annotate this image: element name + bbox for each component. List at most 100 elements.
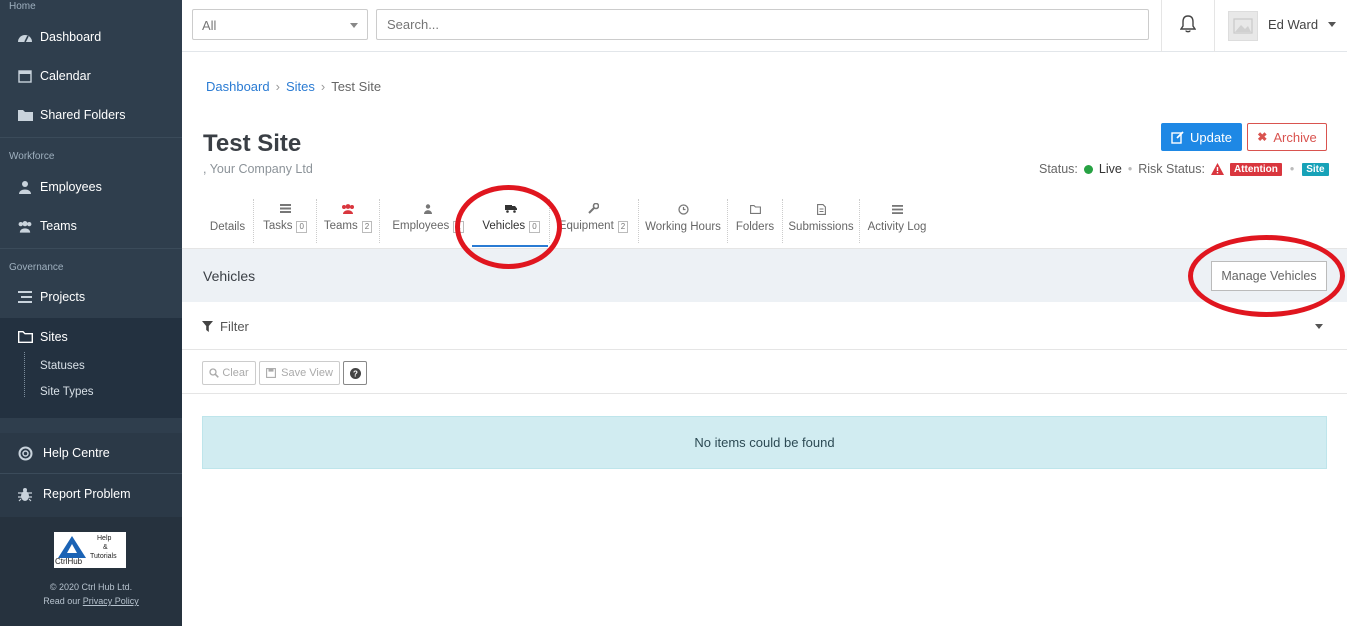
filter-label-wrap: Filter [202,319,249,334]
sidebar-subitem-site-types[interactable]: Site Types [40,386,94,398]
save-view-label: Save View [281,367,333,379]
sidebar-item-help-centre[interactable]: Help Centre [0,434,182,472]
logo-text-help: Help [97,535,112,542]
save-view-button[interactable]: Save View [259,361,340,385]
sidebar-section-home: Home [9,1,36,12]
breadcrumb-current: Test Site [331,79,382,94]
sidebar-item-report-problem[interactable]: Report Problem [0,475,182,513]
sidebar-subitem-statuses[interactable]: Statuses [40,360,85,372]
sidebar-footer: CtrlHub Help & Tutorials © 2020 Ctrl Hub… [0,517,182,626]
tab-divider [253,199,254,243]
tab-divider [549,199,550,243]
tab-folders[interactable]: Folders [729,197,781,241]
sidebar-item-label: Projects [40,290,86,304]
status-label: Status: [1039,162,1078,176]
sidebar-item-shared-folders[interactable]: Shared Folders [0,97,182,133]
sidebar-item-label: Help Centre [43,446,110,460]
sidebar: Home Dashboard Calendar Shared Folders W… [0,0,182,626]
tab-label: Activity Log [867,221,927,233]
tab-details[interactable]: Details [202,197,253,241]
page-subtitle: , Your Company Ltd [203,162,313,176]
tab-tasks[interactable]: Tasks 0 [255,197,315,241]
sidebar-item-label: Shared Folders [40,108,126,122]
archive-button[interactable]: ✖ Archive [1247,123,1327,151]
tab-employees[interactable]: Employees 1 [384,197,472,241]
sidebar-item-label: Teams [40,219,77,233]
folder-open-icon [17,330,33,344]
filter-label: Filter [220,319,249,334]
ctrlhub-logo-icon [58,536,86,558]
active-tab-indicator [472,245,548,247]
notifications-bell-icon[interactable] [1179,15,1197,36]
sidebar-item-label: Calendar [40,69,91,83]
tab-activity-log[interactable]: Activity Log [861,197,933,241]
chevron-down-icon [350,23,358,28]
sidebar-item-teams[interactable]: Teams [0,208,182,244]
tab-divider [638,199,639,243]
sidebar-tree-line [24,352,25,397]
help-button[interactable]: ? [343,361,367,385]
chevron-down-icon[interactable] [1328,22,1336,27]
users-icon [17,219,33,233]
sidebar-item-calendar[interactable]: Calendar [0,58,182,94]
avatar[interactable] [1228,11,1258,41]
sidebar-item-label: Report Problem [43,487,131,501]
tasks-icon [279,202,291,215]
tab-label: Teams [323,220,358,232]
tab-vehicles[interactable]: Vehicles 0 [474,197,548,241]
copyright-text: © 2020 Ctrl Hub Ltd. [49,582,133,592]
breadcrumb-separator-icon: › [320,79,326,94]
clear-label: Clear [222,367,249,379]
breadcrumb-dashboard[interactable]: Dashboard [206,79,270,94]
privacy-line: Read our Privacy Policy [0,596,182,606]
logo-brand: CtrlHub [55,557,83,566]
risk-status-badge: Attention [1229,162,1282,176]
update-button[interactable]: Update [1161,123,1242,151]
sidebar-item-projects[interactable]: Projects [0,279,182,315]
breadcrumb-sites[interactable]: Sites [286,79,315,94]
close-icon: ✖ [1257,130,1268,144]
tab-count-badge: 2 [361,221,373,233]
tab-count-badge: 0 [529,221,540,233]
tab-label: Vehicles [482,220,526,232]
filter-toggle[interactable]: Filter [182,302,1347,350]
tab-divider [316,199,317,243]
logo-text-amp: & [103,544,108,551]
read-our-text: Read our [43,596,81,606]
tab-divider [782,199,783,243]
privacy-policy-link[interactable]: Privacy Policy [83,596,139,606]
ctrlhub-logo[interactable]: CtrlHub Help & Tutorials [54,532,126,568]
file-icon [816,203,826,216]
archive-label: Archive [1273,129,1317,145]
tab-count-badge: 1 [453,221,464,233]
filter-select[interactable]: All [192,9,368,40]
search-input[interactable] [376,9,1149,40]
teams-icon [341,202,355,215]
tab-label: Details [209,221,246,233]
tab-label: Submissions [788,221,854,233]
sidebar-section-workforce: Workforce [9,151,55,162]
user-name[interactable]: Ed Ward [1268,17,1318,32]
tab-submissions[interactable]: Submissions [784,197,858,241]
sidebar-item-dashboard[interactable]: Dashboard [0,19,182,55]
sidebar-divider [0,137,182,138]
question-circle-icon: ? [349,367,361,379]
sidebar-item-employees[interactable]: Employees [0,169,182,205]
user-icon [424,202,432,215]
clear-button[interactable]: Clear [202,361,256,385]
sidebar-item-sites[interactable]: Sites [0,318,182,418]
search-icon [209,368,220,378]
tab-label: Tasks [263,220,293,232]
separator-dot: • [1127,162,1133,176]
manage-vehicles-button[interactable]: Manage Vehicles [1211,261,1327,291]
tab-equipment[interactable]: Equipment 2 [551,197,636,241]
update-label: Update [1190,129,1232,145]
save-icon [266,368,277,378]
tab-divider [379,199,380,243]
tab-teams[interactable]: Teams 2 [318,197,378,241]
tab-divider [859,199,860,243]
tab-working-hours[interactable]: Working Hours [640,197,726,241]
list-icon [891,203,903,216]
wrench-icon [588,202,599,215]
toolbar: Clear Save View ? [182,350,1347,394]
